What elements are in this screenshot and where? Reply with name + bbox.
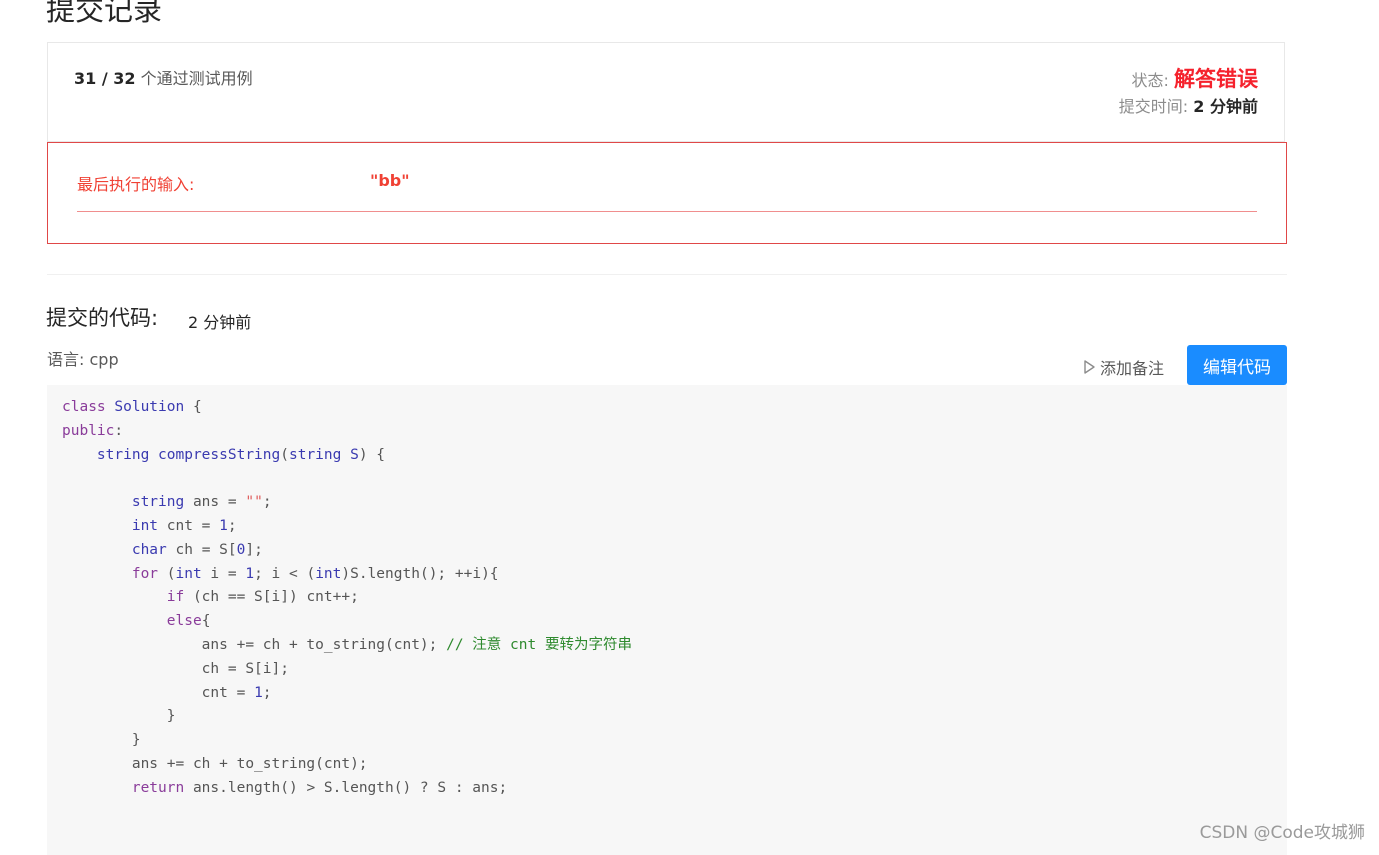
code-token: int [62, 517, 167, 534]
code-token: : [114, 422, 124, 439]
code-token: ; [262, 684, 272, 701]
code-token: ( [280, 446, 289, 463]
status-label: 状态: [1131, 71, 1169, 90]
last-input-value: "bb" [370, 171, 410, 190]
code-token: cnt = [62, 684, 255, 701]
status-badge: 解答错误 [1174, 67, 1258, 91]
code-line: cnt = 1; [62, 682, 1287, 706]
code-token: ans += ch + to_string(cnt); [62, 636, 447, 653]
code-token: return [62, 779, 193, 796]
code-line: int cnt = 1; [62, 515, 1287, 539]
passed-testcases: 31 / 32 个通过测试用例 [74, 65, 253, 89]
code-line: string compressString(string S) { [62, 444, 1287, 468]
language-line: 语言: cpp [47, 346, 119, 370]
code-token: Solution [105, 399, 193, 415]
code-token: { [192, 399, 202, 415]
code-token: 1 [219, 517, 228, 534]
flag-icon [1082, 359, 1096, 375]
page-title: 提交记录 [46, 0, 163, 27]
code-token: for [62, 565, 167, 582]
code-token: string [62, 494, 193, 511]
code-token: ans += ch + to_string(cnt); [62, 755, 368, 772]
code-line: for (int i = 1; i < (int)S.length(); ++i… [62, 563, 1287, 587]
code-token: char [62, 541, 176, 558]
code-token: else [62, 613, 202, 630]
passed-count: 31 / 32 [74, 69, 136, 88]
code-token: ; i < ( [254, 565, 316, 582]
code-token: ( [166, 565, 176, 582]
submit-time-label: 提交时间: [1118, 97, 1189, 116]
code-line: class Solution { [62, 396, 1287, 420]
submit-time-value: 2 分钟前 [1193, 97, 1258, 116]
passed-text: 个通过测试用例 [140, 69, 253, 88]
status-line: 状态: 解答错误 [1132, 63, 1259, 93]
code-token: "" [245, 494, 263, 511]
code-token: // 注意 cnt 要转为字符串 [446, 636, 632, 653]
add-note-label: 添加备注 [1100, 359, 1165, 378]
code-token: ; [227, 517, 237, 534]
last-input-label: 最后执行的输入: [77, 175, 195, 194]
code-token: string compressString [62, 446, 281, 463]
code-viewer[interactable]: class Solution {public: string compressS… [47, 385, 1287, 855]
code-token: ) { [358, 446, 386, 463]
add-note-button[interactable]: 添加备注 [1082, 355, 1164, 379]
code-token: ch = S[ [175, 541, 237, 558]
section-divider [47, 274, 1287, 275]
code-token: 1 [254, 684, 263, 701]
code-line: char ch = S[0]; [62, 539, 1287, 563]
submission-summary: 31 / 32 个通过测试用例 状态: 解答错误 提交时间: 2 分钟前 [47, 42, 1285, 142]
code-line: ans += ch + to_string(cnt); [62, 753, 1287, 777]
submit-time-line: 提交时间: 2 分钟前 [1119, 93, 1258, 117]
code-token: } [62, 732, 141, 749]
code-line: } [62, 729, 1287, 753]
code-line: public: [62, 420, 1287, 444]
language-label: 语言: [47, 350, 85, 369]
code-token: ; [262, 494, 272, 511]
code-token: { [201, 613, 211, 630]
code-line: if (ch == S[i]) cnt++; [62, 586, 1287, 610]
language-value: cpp [89, 350, 119, 369]
code-token: } [62, 708, 176, 725]
submitted-code-time: 2 分钟前 [188, 313, 252, 332]
code-line: ans += ch + to_string(cnt); // 注意 cnt 要转… [62, 634, 1287, 658]
watermark: CSDN @Code攻城狮 [1199, 823, 1365, 843]
divider [77, 211, 1257, 212]
code-line: ch = S[i]; [62, 658, 1287, 682]
code-token: int [175, 565, 211, 582]
code-token: i = [210, 565, 246, 582]
code-token: )S.length(); ++i){ [341, 565, 499, 582]
code-line: string ans = ""; [62, 491, 1287, 515]
code-token: ]; [245, 541, 263, 558]
edit-code-button[interactable]: 编辑代码 [1187, 345, 1287, 385]
code-token: int [315, 565, 342, 582]
code-token: cnt = [166, 517, 220, 534]
code-line: } [62, 705, 1287, 729]
code-token: string S [288, 446, 359, 463]
submitted-code-title: 提交的代码: [46, 306, 159, 330]
last-input-panel: 最后执行的输入: "bb" [47, 142, 1287, 244]
code-token: ans = [192, 494, 246, 511]
code-line: else{ [62, 610, 1287, 634]
code-token: if [62, 589, 193, 606]
code-token: 1 [245, 565, 255, 582]
code-line: return ans.length() > S.length() ? S : a… [62, 777, 1287, 801]
code-token: ch = S[i]; [62, 660, 289, 677]
code-token: (ch == S[i]) cnt++; [192, 589, 359, 606]
code-token: ans.length() > S.length() ? S : ans; [192, 779, 508, 796]
code-token: public [62, 422, 115, 439]
code-token: class [62, 399, 106, 415]
